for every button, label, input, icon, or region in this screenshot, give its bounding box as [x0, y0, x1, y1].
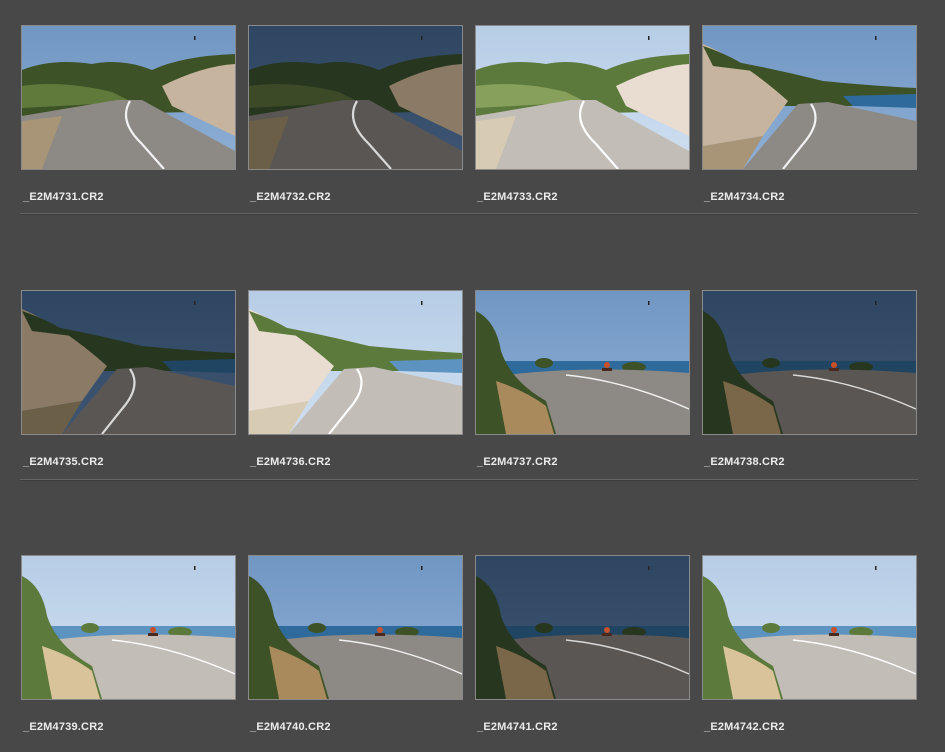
photo-thumbnail[interactable]	[475, 290, 690, 435]
filename-label: _E2M4732.CR2	[250, 191, 331, 203]
thumbnail-cell[interactable]: _E2M4734.CR2	[702, 25, 917, 210]
thumbnail-cell[interactable]: _E2M4741.CR2	[475, 555, 690, 740]
filename-label: _E2M4742.CR2	[704, 721, 785, 733]
thumbnail-cell[interactable]: _E2M4732.CR2	[248, 25, 463, 210]
photo-thumbnail[interactable]	[21, 25, 236, 170]
thumbnail-cell[interactable]: _E2M4742.CR2	[702, 555, 917, 740]
row-separator-shadow	[20, 214, 918, 215]
photo-thumbnail[interactable]	[475, 25, 690, 170]
thumbnail-cell[interactable]: _E2M4737.CR2	[475, 290, 690, 475]
photo-thumbnail[interactable]	[702, 555, 917, 700]
photo-thumbnail[interactable]	[248, 555, 463, 700]
filename-label: _E2M4731.CR2	[23, 191, 104, 203]
thumbnail-cell[interactable]: _E2M4740.CR2	[248, 555, 463, 740]
thumbnail-cell[interactable]: _E2M4736.CR2	[248, 290, 463, 475]
filename-label: _E2M4737.CR2	[477, 456, 558, 468]
filename-label: _E2M4736.CR2	[250, 456, 331, 468]
photo-thumbnail[interactable]	[21, 555, 236, 700]
thumbnail-cell[interactable]: _E2M4735.CR2	[21, 290, 236, 475]
filename-label: _E2M4741.CR2	[477, 721, 558, 733]
thumbnail-cell[interactable]: _E2M4739.CR2	[21, 555, 236, 740]
filename-label: _E2M4739.CR2	[23, 721, 104, 733]
photo-thumbnail[interactable]	[702, 25, 917, 170]
filename-label: _E2M4734.CR2	[704, 191, 785, 203]
filename-label: _E2M4735.CR2	[23, 456, 104, 468]
filename-label: _E2M4740.CR2	[250, 721, 331, 733]
photo-thumbnail[interactable]	[248, 25, 463, 170]
photo-thumbnail[interactable]	[475, 555, 690, 700]
row-separator-shadow	[20, 480, 918, 481]
photo-thumbnail[interactable]	[248, 290, 463, 435]
photo-thumbnail[interactable]	[702, 290, 917, 435]
thumbnail-cell[interactable]: _E2M4731.CR2	[21, 25, 236, 210]
filename-label: _E2M4738.CR2	[704, 456, 785, 468]
filename-label: _E2M4733.CR2	[477, 191, 558, 203]
thumbnail-cell[interactable]: _E2M4738.CR2	[702, 290, 917, 475]
thumbnail-grid: _E2M4731.CR2 _E2M4732.CR2 _E2M4733.CR2 _…	[0, 0, 945, 752]
thumbnail-cell[interactable]: _E2M4733.CR2	[475, 25, 690, 210]
photo-thumbnail[interactable]	[21, 290, 236, 435]
